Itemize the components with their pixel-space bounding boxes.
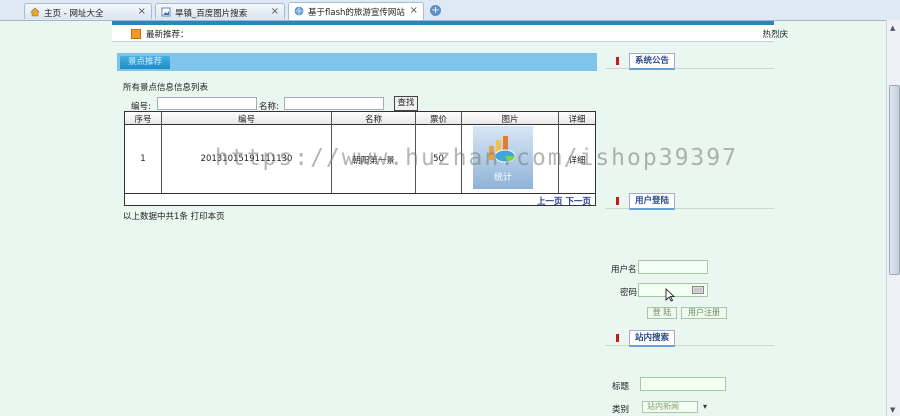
browser-tab-bar: 主页 - 网址大全 × 旱镇_百度图片搜索 × 基于flash的旅游宣传网站 ×… bbox=[0, 0, 900, 21]
login-section: 用户登陆 用户名 密码 登 陆 用户注册 bbox=[605, 193, 774, 323]
category-label: 类别 bbox=[612, 405, 630, 415]
column-header: 序号 bbox=[134, 115, 152, 125]
prev-page-link[interactable]: 上一页 bbox=[537, 197, 563, 207]
login-button[interactable]: 登 陆 bbox=[647, 307, 677, 319]
summary-text: 以上数据中共1条 打印本页 bbox=[123, 212, 225, 222]
chevron-down-icon[interactable]: ▾ bbox=[703, 402, 707, 412]
news-bullet-icon bbox=[131, 29, 141, 39]
tab-attractions[interactable]: 景点推荐 bbox=[120, 56, 171, 69]
close-icon[interactable]: × bbox=[271, 6, 279, 17]
section-marker-icon bbox=[616, 334, 619, 342]
search-form: 编号: 名称: 查找 bbox=[131, 96, 591, 112]
code-input[interactable] bbox=[157, 97, 257, 110]
page-icon bbox=[294, 6, 304, 16]
pager: 上一页 下一页 bbox=[537, 195, 591, 207]
username-input[interactable] bbox=[638, 260, 708, 274]
title-input[interactable] bbox=[640, 377, 726, 391]
tab-label: 基于flash的旅游宣传网站 bbox=[308, 8, 405, 18]
login-title: 用户登陆 bbox=[629, 193, 676, 210]
register-button[interactable]: 用户注册 bbox=[681, 307, 727, 319]
new-tab-button[interactable]: + bbox=[430, 5, 441, 16]
section-marker-icon bbox=[616, 57, 619, 65]
content-header: 景点推荐 bbox=[117, 53, 597, 71]
site-search-title: 站内搜索 bbox=[629, 330, 676, 347]
news-label: 最新推荐： bbox=[146, 30, 189, 40]
title-label: 标题 bbox=[612, 382, 630, 392]
next-page-link[interactable]: 下一页 bbox=[565, 197, 591, 207]
news-bar: 最新推荐： 热烈庆 bbox=[112, 25, 788, 42]
keyboard-icon[interactable] bbox=[692, 286, 704, 294]
category-value: 站内新闻 bbox=[647, 402, 679, 411]
watermark: https://www.huzhan.com/ishop39397 bbox=[215, 145, 738, 171]
tab-home[interactable]: 主页 - 网址大全 × bbox=[24, 3, 152, 19]
scroll-up-icon[interactable]: ▲ bbox=[890, 24, 895, 32]
home-icon bbox=[30, 7, 40, 17]
scroll-thumb[interactable] bbox=[889, 85, 900, 275]
category-select[interactable]: 站内新闻 ▾ bbox=[642, 401, 707, 413]
column-header: 图片 bbox=[501, 115, 519, 125]
username-label: 用户名 bbox=[611, 265, 637, 275]
close-icon[interactable]: × bbox=[138, 6, 146, 17]
news-ticker[interactable]: 热烈庆 bbox=[762, 28, 788, 40]
password-label: 密码 bbox=[620, 288, 638, 298]
scroll-down-icon[interactable]: ▼ bbox=[890, 406, 895, 414]
close-icon[interactable]: × bbox=[410, 5, 418, 16]
tab-label: 旱镇_百度图片搜索 bbox=[175, 9, 248, 19]
search-button[interactable]: 查找 bbox=[394, 96, 418, 111]
thumbnail-label: 统计 bbox=[493, 173, 512, 183]
vertical-scrollbar[interactable]: ▲ ▼ bbox=[886, 20, 900, 416]
row-index: 1 bbox=[140, 154, 146, 164]
column-header: 编号 bbox=[237, 115, 255, 125]
site-search-section: 站内搜索 标题 类别 站内新闻 ▾ bbox=[605, 330, 774, 416]
column-header: 详细 bbox=[568, 115, 586, 125]
section-marker-icon bbox=[616, 197, 619, 205]
tab-current-site[interactable]: 基于flash的旅游宣传网站 × bbox=[288, 2, 424, 20]
column-header: 名称 bbox=[364, 115, 382, 125]
image-icon bbox=[161, 7, 171, 17]
tab-label: 主页 - 网址大全 bbox=[44, 9, 104, 19]
name-input[interactable] bbox=[284, 97, 384, 110]
mouse-cursor-icon bbox=[665, 288, 675, 302]
list-title: 所有景点信息信息列表 bbox=[123, 83, 209, 93]
tab-image-search[interactable]: 旱镇_百度图片搜索 × bbox=[155, 3, 285, 19]
column-header: 票价 bbox=[429, 115, 447, 125]
notice-title: 系统公告 bbox=[629, 53, 676, 70]
